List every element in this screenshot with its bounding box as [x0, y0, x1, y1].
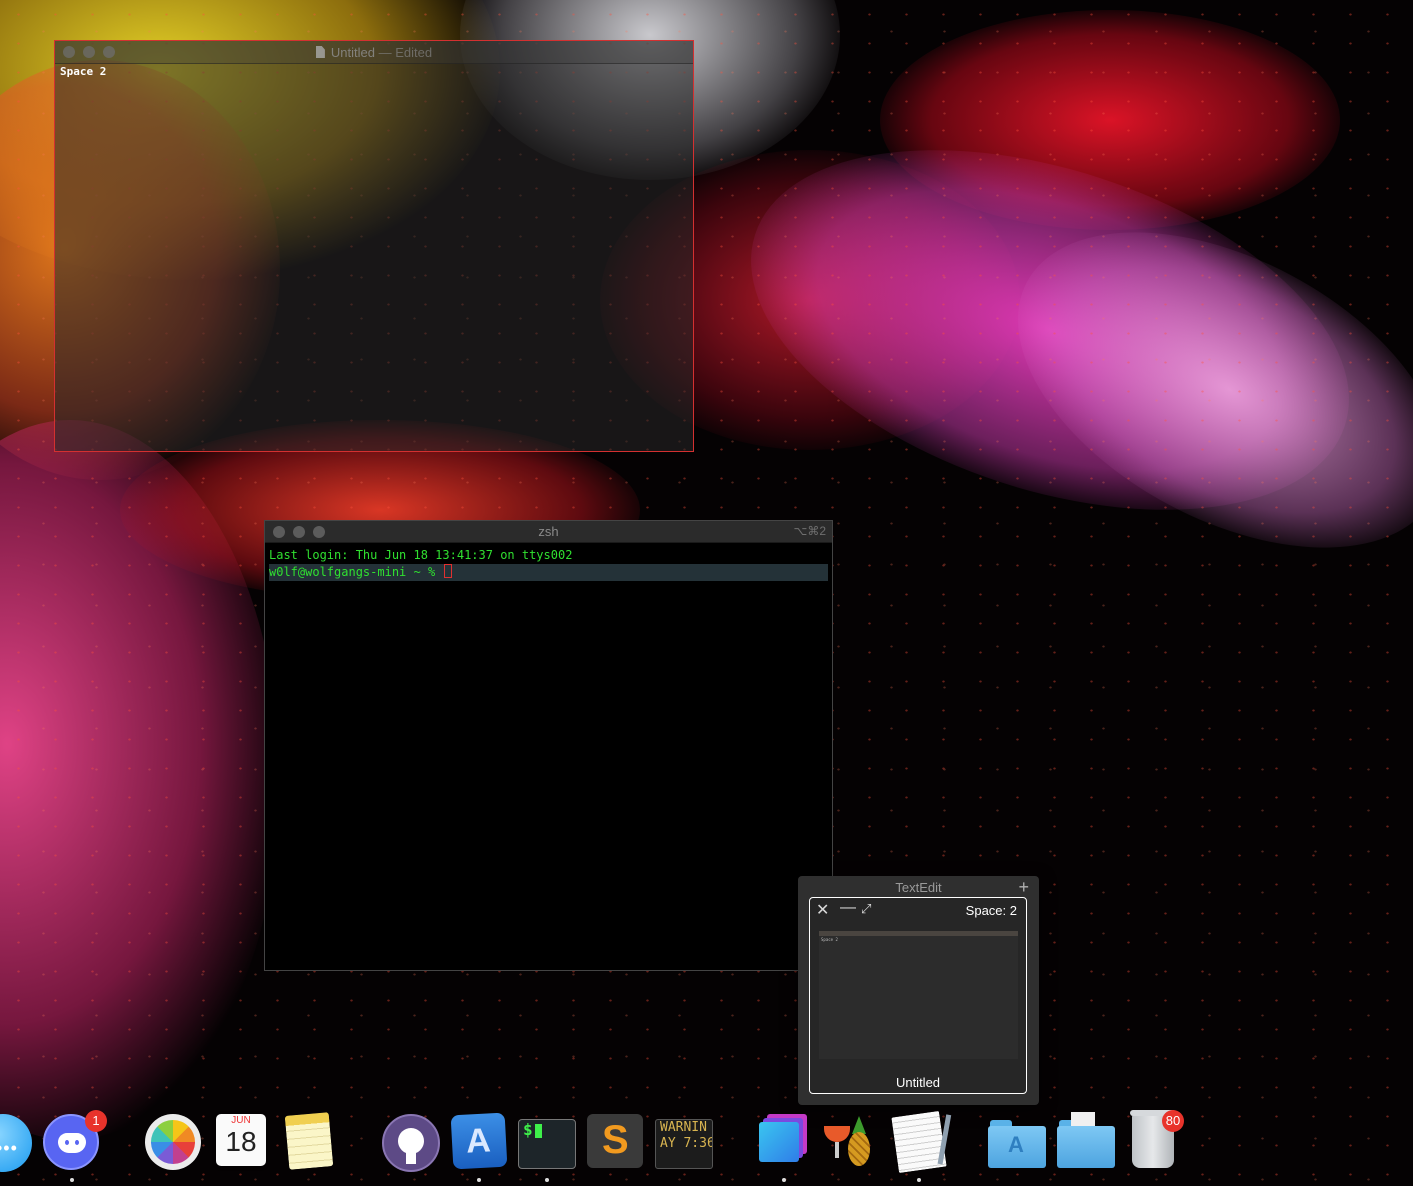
textedit-window-title: Untitled — Edited [55, 45, 693, 60]
console-icon: WARNIN AY 7:36 [655, 1119, 713, 1169]
preview-window-title: Untitled [895, 1075, 941, 1090]
dock-item-discord[interactable]: 1 [43, 1110, 107, 1182]
dock-item-github-desktop[interactable] [382, 1114, 440, 1172]
terminal-window[interactable]: zsh ⌥⌘2 Last login: Thu Jun 18 13:41:37 … [264, 520, 833, 971]
calendar-icon: JUN 18 [216, 1114, 266, 1166]
last-login-line: Last login: Thu Jun 18 13:41:37 on ttys0… [269, 548, 573, 562]
shell-prompt: w0lf@wolfgangs-mini ~ % [269, 565, 443, 579]
documents-folder-icon [1057, 1112, 1115, 1168]
textedit-icon [891, 1110, 947, 1174]
photos-icon [145, 1114, 201, 1170]
textedit-document-body[interactable]: Space 2 [55, 64, 693, 79]
switcher-app-name: TextEdit [895, 880, 942, 895]
document-text: Space 2 [60, 65, 107, 78]
running-indicator [782, 1178, 786, 1182]
window-shortcut-label: ⌥⌘2 [793, 524, 826, 538]
add-icon[interactable]: + [1018, 877, 1029, 898]
terminal-icon: $ [518, 1119, 576, 1169]
prompt-line[interactable]: w0lf@wolfgangs-mini ~ % [269, 564, 828, 581]
text-cursor [444, 564, 453, 578]
dock-item-documents-folder[interactable] [1057, 1112, 1115, 1172]
dock-item-homebrew[interactable] [820, 1114, 878, 1172]
dock-item-console[interactable]: WARNIN AY 7:36 [655, 1114, 713, 1172]
homebrew-icon [820, 1114, 878, 1172]
dock-item-layers[interactable] [755, 1114, 813, 1182]
dock-item-trash[interactable]: 80 [1124, 1110, 1184, 1172]
textedit-window[interactable]: Untitled — Edited Space 2 [54, 40, 694, 452]
dock-item-sublime-text[interactable]: S [587, 1114, 645, 1172]
dock-item-photos[interactable] [145, 1114, 203, 1172]
dock: ••• 1 JUN 18 A $ S WARNIN AY 7:36 [0, 1106, 1413, 1186]
dock-item-xcode[interactable]: A [450, 1112, 508, 1182]
running-indicator [545, 1178, 549, 1182]
dock-item-terminal[interactable]: $ [518, 1114, 576, 1182]
notification-badge: 80 [1162, 1110, 1184, 1132]
sublime-text-icon: S [587, 1114, 643, 1168]
running-indicator [70, 1178, 74, 1182]
terminal-window-title: zsh [538, 524, 559, 539]
document-icon [315, 46, 325, 58]
notes-icon [284, 1112, 334, 1170]
running-indicator [917, 1178, 921, 1182]
terminal-output[interactable]: Last login: Thu Jun 18 13:41:37 on ttys0… [265, 543, 832, 585]
xcode-icon: A [450, 1112, 508, 1170]
github-desktop-icon [382, 1114, 440, 1172]
dock-item-notes[interactable] [280, 1112, 338, 1172]
messages-icon: ••• [0, 1114, 32, 1172]
applications-folder-icon: A [988, 1120, 1046, 1168]
running-indicator [477, 1178, 481, 1182]
minimize-icon[interactable]: — [840, 899, 856, 917]
window-preview-card[interactable]: ✕ — ⤢ Space: 2 Space 2 Untitled [809, 897, 1027, 1094]
close-icon[interactable]: ✕ [816, 900, 829, 920]
space-label: Space: 2 [965, 903, 1017, 918]
textedit-titlebar[interactable]: Untitled — Edited [55, 41, 693, 64]
window-thumbnail[interactable]: Space 2 [819, 931, 1018, 1059]
layers-icon [757, 1114, 809, 1166]
notification-badge: 1 [85, 1110, 107, 1132]
dock-item-textedit[interactable] [890, 1110, 948, 1182]
dock-item-calendar[interactable]: JUN 18 [212, 1114, 270, 1172]
dock-item-applications-folder[interactable]: A [988, 1114, 1046, 1172]
fullscreen-icon[interactable]: ⤢ [861, 901, 871, 917]
terminal-titlebar[interactable]: zsh ⌥⌘2 [265, 521, 832, 543]
window-switcher-popup: TextEdit + ✕ — ⤢ Space: 2 Space 2 Untitl… [798, 876, 1039, 1105]
